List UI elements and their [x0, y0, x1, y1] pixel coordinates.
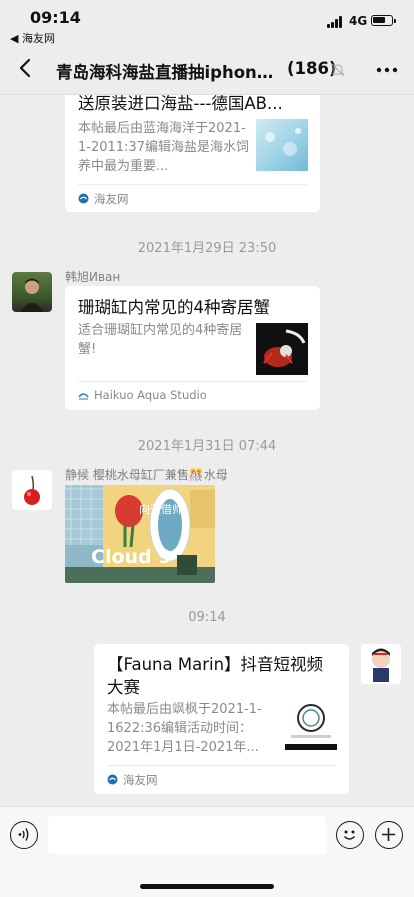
image-message[interactable]: 向天借帅 Cloud 9 — [65, 485, 215, 583]
link-card-message[interactable]: 珊瑚缸内常见的4种寄居蟹 适合珊瑚缸内常见的4种寄居蟹! Haikuo Aqua… — [65, 286, 320, 410]
haiyou-logo-icon — [107, 774, 118, 785]
emoji-button[interactable] — [336, 821, 364, 849]
card-divider — [78, 184, 307, 185]
blue-salt-image — [256, 119, 308, 171]
avatar[interactable] — [12, 272, 52, 312]
message-text-input[interactable] — [48, 816, 326, 854]
card-description: 本帖最后由蓝海海洋于2021-1-2011:37编辑海盐是海水饲养中最为重要..… — [78, 121, 249, 174]
card-source: 海友网 — [123, 773, 158, 787]
card-divider — [78, 381, 307, 382]
message-input-bar — [0, 806, 414, 897]
group-chat-title: 青岛海科海盐直播抽iphone... — [56, 63, 282, 82]
smiley-icon — [343, 830, 356, 840]
link-card-message[interactable]: 【Fauna Marin】抖音短视频大赛 本帖最后由飒枫于2021-1-1622… — [94, 644, 349, 794]
cellular-signal-icon — [327, 16, 345, 28]
chat-messages: 送原装进口海盐---德国AB... 本帖最后由蓝海海洋于2021-1-2011:… — [0, 95, 414, 806]
card-divider — [107, 765, 336, 766]
haikuo-logo-icon — [78, 393, 89, 400]
card-title: 送原装进口海盐---德国AB... — [78, 95, 283, 113]
hermit-crab-image — [256, 323, 308, 375]
more-functions-button[interactable] — [375, 821, 403, 849]
avatar[interactable] — [361, 644, 401, 684]
haiyou-logo-icon — [78, 193, 89, 204]
card-source: Haikuo Aqua Studio — [94, 388, 207, 402]
card-description: 适合珊瑚缸内常见的4种寄居蟹! — [78, 323, 243, 357]
plus-icon — [382, 828, 395, 841]
card-source: 海友网 — [94, 192, 129, 206]
chat-timestamp: 2021年1月29日 23:50 — [137, 241, 277, 256]
card-title: 【Fauna Marin】抖音短视频大赛 — [107, 655, 324, 697]
mute-bell-icon — [331, 63, 345, 77]
sign-cloud9-text: Cloud 9 — [91, 546, 171, 568]
chat-timestamp: 2021年1月31日 07:44 — [137, 439, 277, 454]
more-options-icon[interactable] — [372, 60, 402, 80]
sign-chinese-text: 向天借帅 — [139, 502, 183, 516]
battery-icon — [371, 15, 396, 26]
status-bar: 09:14 ◀ 海友网 4G — [0, 0, 414, 45]
voice-wave-icon — [18, 828, 29, 841]
sender-name: 静候 樱桃水母缸厂兼售🎊水母 — [65, 468, 228, 482]
card-title: 珊瑚缸内常见的4种寄居蟹 — [78, 298, 270, 317]
avatar[interactable] — [12, 470, 52, 510]
chat-timestamp: 09:14 — [188, 610, 226, 625]
link-card-message[interactable]: 送原装进口海盐---德国AB... 本帖最后由蓝海海洋于2021-1-2011:… — [65, 95, 320, 212]
chat-header: 青岛海科海盐直播抽iphone... (186) — [0, 44, 414, 95]
sender-name: 韩旭Иван — [65, 270, 121, 284]
status-time: 09:14 — [30, 8, 81, 27]
fauna-marin-logo — [285, 698, 337, 750]
network-type: 4G — [349, 14, 368, 28]
home-indicator — [140, 884, 274, 889]
back-arrow-icon[interactable] — [14, 56, 38, 80]
voice-input-button[interactable] — [10, 821, 38, 849]
card-description: 本帖最后由飒枫于2021-1-1622:36编辑活动时间：2021年1月1日-2… — [107, 702, 262, 755]
